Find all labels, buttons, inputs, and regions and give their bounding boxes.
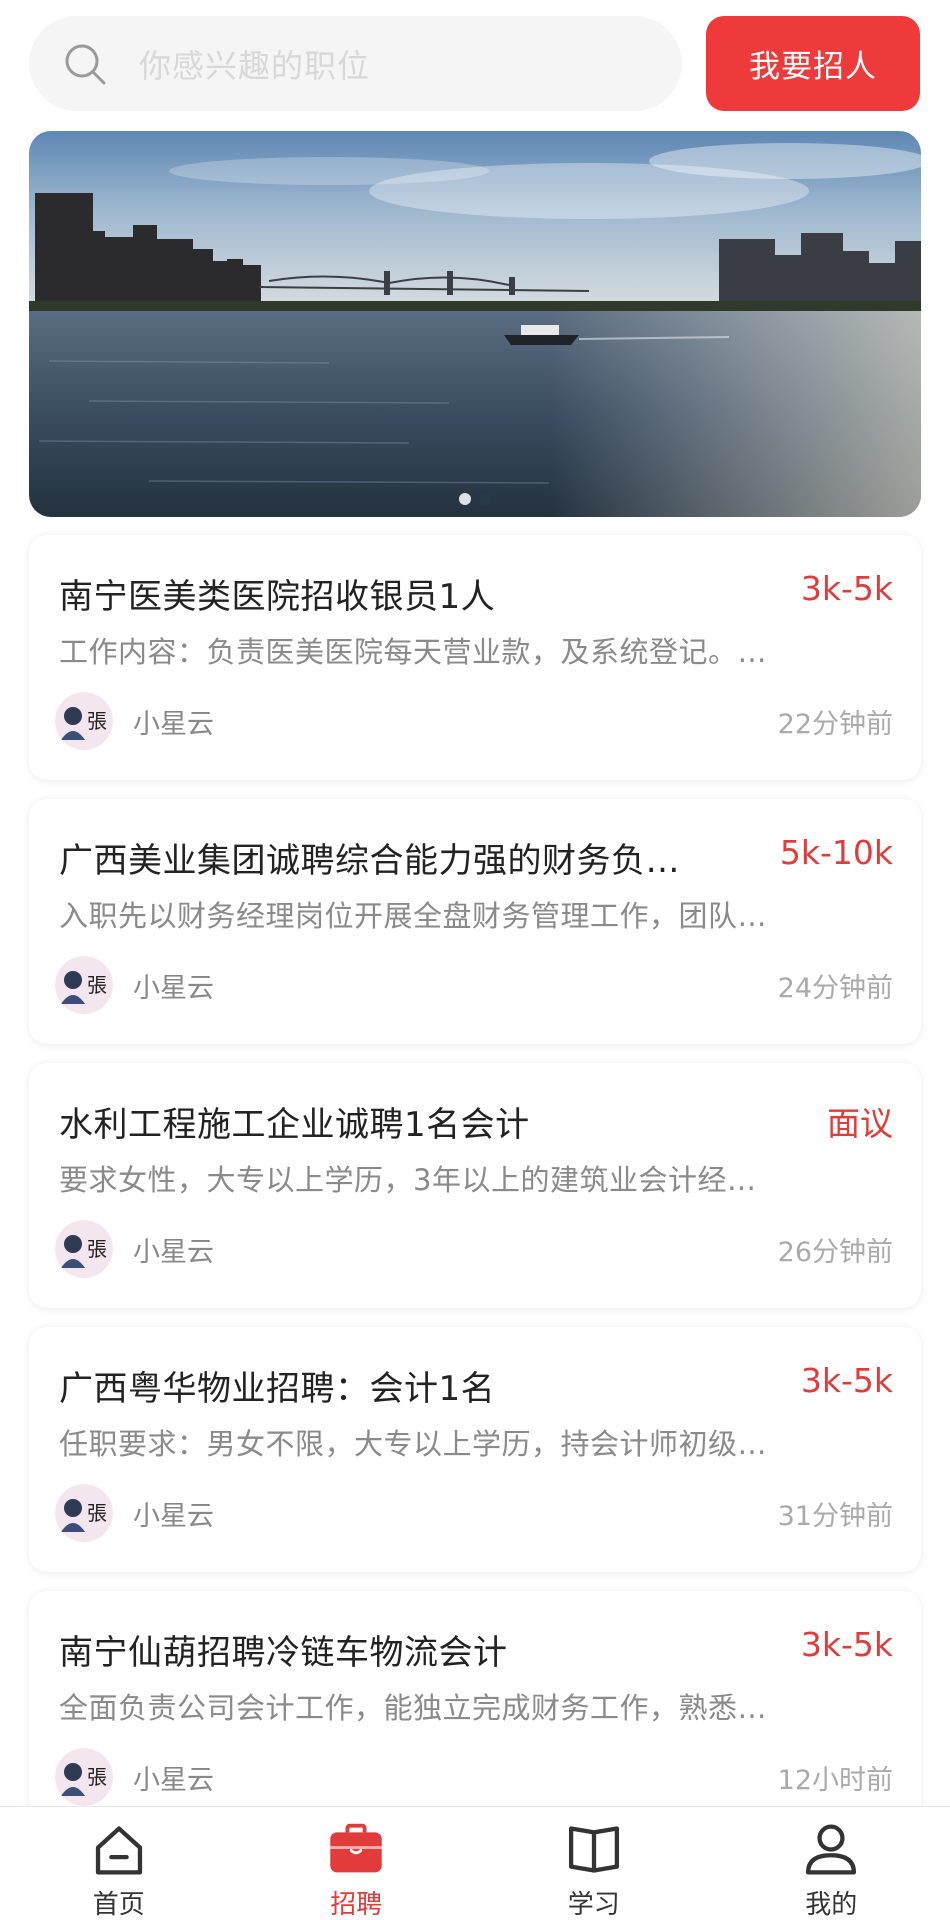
- banner-carousel[interactable]: [29, 131, 921, 517]
- job-description: 任职要求：男女不限，大专以上学历，持会计师初级…: [59, 1427, 768, 1461]
- banner-image: [29, 131, 921, 517]
- avatar: 張: [55, 692, 113, 750]
- publisher-name: 小星云: [133, 709, 214, 740]
- svg-text:張: 張: [87, 709, 107, 733]
- avatar: 張: [55, 1748, 113, 1806]
- svg-text:張: 張: [87, 973, 107, 997]
- post-time: 26分钟前: [777, 1237, 893, 1268]
- job-title: 南宁医美类医院招收银员1人: [59, 577, 496, 617]
- briefcase-icon: [330, 1823, 382, 1873]
- nav-item-home[interactable]: 首页: [0, 1807, 238, 1920]
- job-salary: 3k-5k: [800, 569, 893, 608]
- publisher-name: 小星云: [133, 1765, 214, 1796]
- user-icon: [806, 1824, 857, 1875]
- job-title: 南宁仙葫招聘冷链车物流会计: [59, 1633, 508, 1673]
- job-salary: 3k-5k: [800, 1625, 893, 1664]
- search-bar[interactable]: 你感兴趣的职位: [29, 16, 682, 111]
- search-icon: [65, 44, 106, 84]
- nav-item-learn[interactable]: 学习: [475, 1807, 713, 1920]
- post-time: 31分钟前: [777, 1501, 893, 1532]
- search-input[interactable]: 你感兴趣的职位: [139, 41, 370, 87]
- job-card[interactable]: 南宁医美类医院招收银员1人 3k-5k 工作内容：负责医美医院每天营业款，及系统…: [29, 535, 921, 780]
- nav-label: 学习: [567, 1890, 620, 1920]
- job-description: 工作内容：负责医美医院每天营业款，及系统登记。…: [59, 635, 768, 669]
- job-salary: 面议: [827, 1104, 893, 1143]
- nav-item-recruit[interactable]: 招聘: [238, 1807, 476, 1920]
- post-job-button[interactable]: 我要招人: [706, 16, 920, 111]
- carousel-dot[interactable]: [479, 493, 491, 505]
- job-description: 全面负责公司会计工作，能独立完成财务工作，熟悉…: [59, 1691, 768, 1725]
- job-description: 入职先以财务经理岗位开展全盘财务管理工作，团队…: [59, 899, 768, 933]
- avatar: 張: [55, 1220, 113, 1278]
- home-icon: [95, 1826, 142, 1875]
- job-list: 南宁医美类医院招收银员1人 3k-5k 工作内容：负责医美医院每天营业款，及系统…: [29, 535, 921, 1855]
- book-icon: [568, 1826, 619, 1873]
- svg-text:張: 張: [87, 1765, 107, 1789]
- nav-label: 首页: [92, 1890, 145, 1920]
- post-time: 12小时前: [777, 1765, 893, 1796]
- top-bar: 你感兴趣的职位 我要招人: [0, 0, 950, 126]
- bottom-nav: 首页 招聘 学习 我的: [0, 1806, 950, 1920]
- post-time: 22分钟前: [777, 709, 893, 740]
- svg-text:張: 張: [87, 1501, 107, 1525]
- job-card[interactable]: 水利工程施工企业诚聘1名会计 面议 要求女性，大专以上学历，3年以上的建筑业会计…: [29, 1063, 921, 1308]
- nav-label: 招聘: [330, 1890, 383, 1920]
- job-title: 广西美业集团诚聘综合能力强的财务负…: [59, 841, 680, 881]
- avatar: 張: [55, 1484, 113, 1542]
- job-card[interactable]: 广西粤华物业招聘：会计1名 3k-5k 任职要求：男女不限，大专以上学历，持会计…: [29, 1327, 921, 1572]
- app-screen: 你感兴趣的职位 我要招人 南宁医美类医院招收银员1人 3k-5k 工作内容：负责…: [0, 0, 950, 1920]
- carousel-dot-active[interactable]: [459, 493, 471, 505]
- job-description: 要求女性，大专以上学历，3年以上的建筑业会计经…: [59, 1163, 757, 1197]
- job-salary: 3k-5k: [800, 1361, 893, 1400]
- avatar: 張: [55, 956, 113, 1014]
- nav-item-profile[interactable]: 我的: [713, 1807, 950, 1920]
- job-salary: 5k-10k: [779, 833, 893, 872]
- job-card[interactable]: 广西美业集团诚聘综合能力强的财务负… 5k-10k 入职先以财务经理岗位开展全盘…: [29, 799, 921, 1044]
- publisher-name: 小星云: [133, 973, 214, 1004]
- svg-text:張: 張: [87, 1237, 107, 1261]
- publisher-name: 小星云: [133, 1237, 214, 1268]
- post-time: 24分钟前: [777, 973, 893, 1004]
- job-title: 水利工程施工企业诚聘1名会计: [59, 1105, 530, 1145]
- publisher-name: 小星云: [133, 1501, 214, 1532]
- job-card[interactable]: 南宁仙葫招聘冷链车物流会计 3k-5k 全面负责公司会计工作，能独立完成财务工作…: [29, 1591, 921, 1836]
- nav-label: 我的: [805, 1890, 858, 1920]
- job-title: 广西粤华物业招聘：会计1名: [59, 1369, 496, 1409]
- carousel-indicator: [29, 493, 921, 505]
